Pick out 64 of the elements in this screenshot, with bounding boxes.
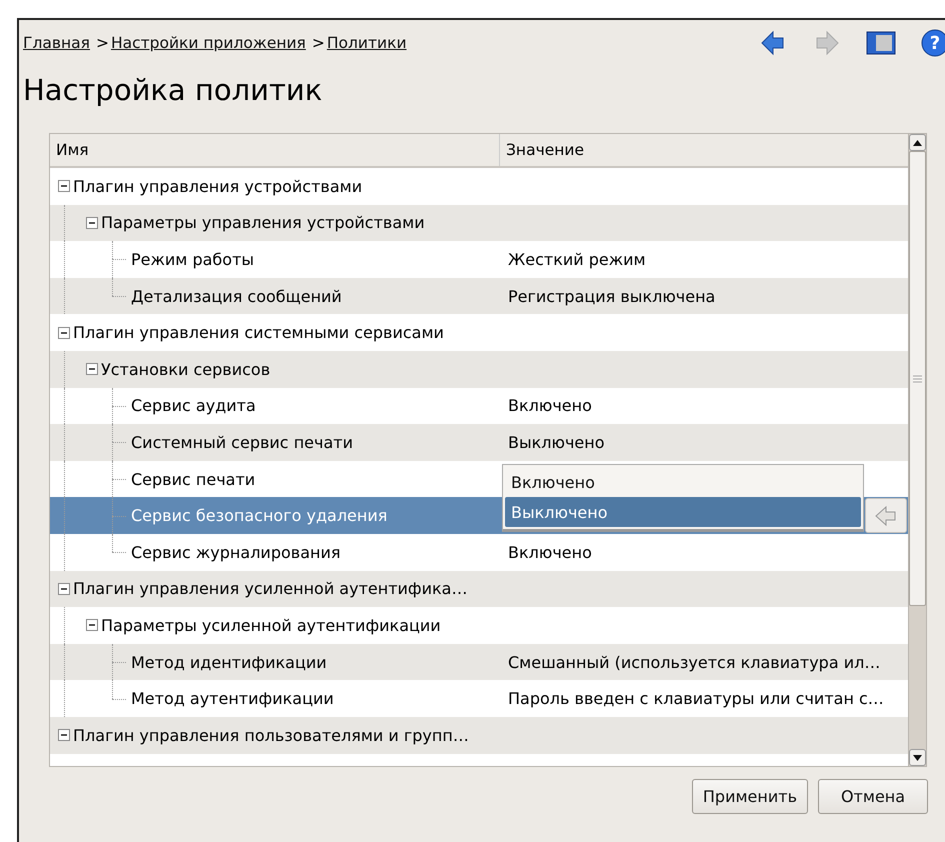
column-header[interactable]: Имя — [50, 134, 500, 166]
setting-name: Метод идентификации — [131, 652, 327, 672]
tree-row[interactable]: Параметры управления устройствами — [50, 204, 908, 242]
dialog-button[interactable]: Отмена — [818, 779, 928, 814]
tree-row[interactable]: Плагин управления пользователями и групп… — [50, 716, 908, 754]
setting-value: Регистрация выключена — [508, 286, 716, 306]
grip-icon — [913, 374, 922, 382]
setting-name: Сервис безопасного удаления — [131, 506, 388, 526]
page-title: Настройка политик — [23, 73, 324, 109]
breadcrumb-separator: > — [96, 34, 109, 52]
tree-row[interactable]: Системный сервис печати Выключено — [50, 424, 908, 461]
down-arrow-icon[interactable] — [913, 754, 922, 760]
collapse-icon[interactable] — [86, 619, 98, 632]
scrollbar[interactable] — [908, 134, 926, 766]
breadcrumb-link[interactable]: Главная — [23, 34, 90, 52]
setting-name: Параметры усиленной аутентификации — [101, 616, 441, 635]
dialog-button[interactable]: Применить — [692, 779, 808, 814]
tree-row[interactable]: Детализация сообщений Регистрация выключена — [50, 278, 908, 314]
tree-row[interactable]: Параметры усиленной аутентификации — [50, 607, 908, 644]
collapse-icon[interactable] — [58, 729, 70, 742]
setting-name: Детализация сообщений — [131, 286, 342, 306]
setting-name: Плагин управления устройствами — [73, 176, 362, 196]
setting-name: Сервис аудита — [131, 396, 256, 416]
setting-value: Выключено — [508, 432, 605, 452]
setting-name: Плагин управления системными сервисами — [73, 323, 444, 342]
setting-name: Системный сервис печати — [131, 432, 353, 452]
setting-value: Жесткий режим — [508, 250, 646, 269]
breadcrumb-link[interactable]: Политики — [326, 34, 407, 52]
setting-value: Пароль введен с клавиатуры или считан с… — [508, 689, 884, 708]
up-arrow-icon[interactable] — [913, 140, 922, 146]
tree-row[interactable]: Плагин управления усиленной аутентифика… — [50, 570, 908, 608]
tree-row[interactable]: Плагин управления системными сервисами — [50, 314, 908, 351]
collapse-icon[interactable] — [58, 326, 70, 339]
setting-name: Сервис журналирования — [131, 542, 340, 562]
left-arrow-icon — [874, 504, 898, 527]
breadcrumb-link[interactable]: Настройки приложения — [110, 34, 306, 52]
collapse-icon[interactable] — [86, 363, 98, 376]
right-arrow-icon — [814, 30, 840, 56]
panel-icon — [866, 31, 896, 55]
setting-name: Параметры управления устройствами — [101, 213, 425, 232]
setting-value: Смешанный (используется клавиатура ил… — [508, 652, 880, 672]
tree-row[interactable]: Сервис журналирования Включено — [50, 534, 908, 571]
setting-name: Режим работы — [131, 250, 254, 269]
column-header[interactable]: Значение — [500, 134, 908, 166]
tree-row[interactable]: Метод идентификации Смешанный (используется клавиатура ил… — [50, 644, 908, 680]
left-arrow-icon — [760, 30, 786, 56]
breadcrumb-separator: > — [312, 34, 325, 52]
collapse-icon[interactable] — [86, 216, 98, 229]
tree-row[interactable]: Сервис аудита Включено — [50, 388, 908, 424]
tree-row[interactable]: Плагин управления устройствами — [50, 168, 908, 205]
tree-row[interactable]: Установки сервисов — [50, 350, 908, 388]
dropdown-option[interactable]: Включено — [505, 467, 861, 498]
tree-row[interactable]: Режим работы Жесткий режим — [50, 241, 908, 278]
setting-name: Сервис печати — [131, 470, 256, 489]
collapse-icon[interactable] — [58, 180, 70, 192]
dropdown-option[interactable]: Выключено — [505, 497, 861, 528]
setting-name: Установки сервисов — [101, 360, 270, 379]
setting-value: Включено — [508, 542, 592, 562]
setting-name: Плагин управления пользователями и групп… — [73, 726, 469, 745]
setting-name: Метод аутентификации — [131, 689, 334, 708]
setting-value: Включено — [508, 396, 592, 416]
tree-row[interactable]: Метод аутентификации Пароль введен с клавиатуры или считан с… — [50, 680, 908, 717]
setting-name: Плагин управления усиленной аутентифика… — [73, 579, 468, 598]
collapse-icon[interactable] — [58, 582, 70, 595]
